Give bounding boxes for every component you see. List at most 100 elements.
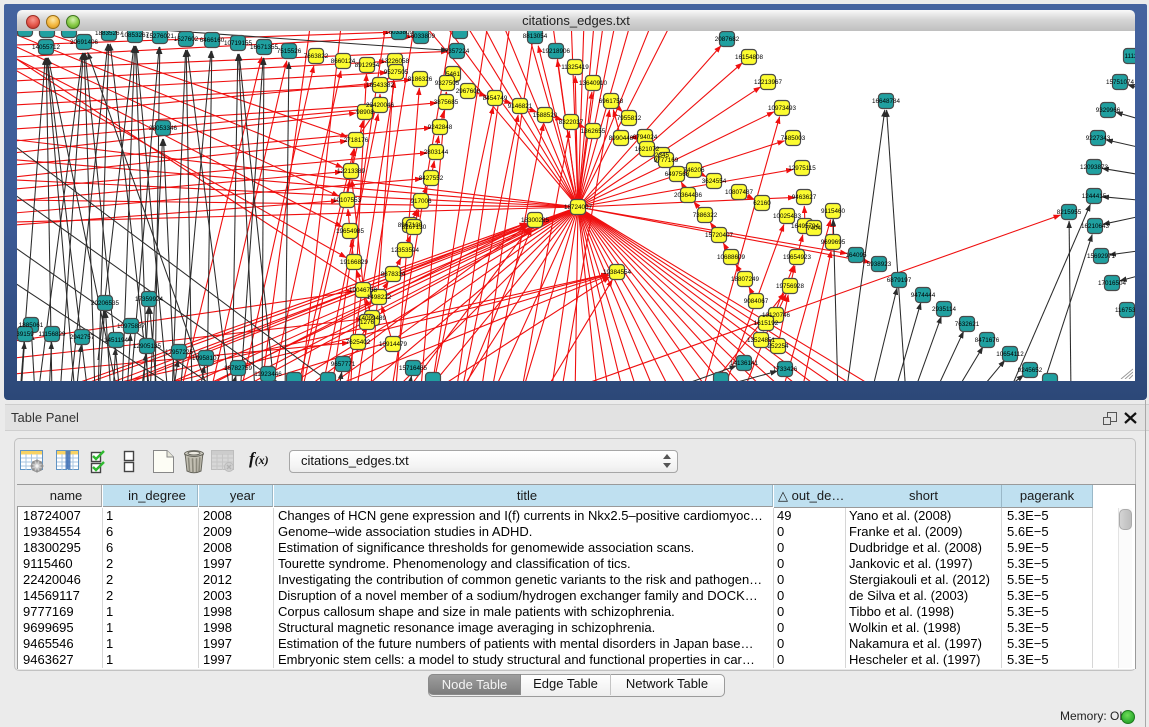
svg-text:10107553: 10107553 [333, 197, 362, 204]
svg-text:8322037: 8322037 [559, 119, 584, 126]
svg-text:7632621: 7632621 [955, 321, 980, 328]
svg-text:2935114: 2935114 [932, 306, 957, 313]
svg-text:12093873: 12093873 [1080, 164, 1109, 171]
svg-text:19166829: 19166829 [340, 259, 369, 266]
svg-text:2718176: 2718176 [344, 137, 369, 144]
svg-text:10973493: 10973493 [768, 105, 797, 112]
svg-text:15692971: 15692971 [1087, 253, 1116, 260]
svg-text:62160: 62160 [753, 200, 771, 207]
svg-text:1733426: 1733426 [773, 366, 798, 373]
svg-text:7485003: 7485003 [781, 135, 806, 142]
svg-text:18807249: 18807249 [731, 276, 760, 283]
svg-text:10719155: 10719155 [224, 40, 253, 47]
svg-text:9699695: 9699695 [821, 239, 846, 246]
svg-text:16671355: 16671355 [250, 44, 279, 51]
svg-text:12353594: 12353594 [391, 247, 420, 254]
svg-text:164095: 164095 [845, 252, 867, 259]
svg-text:1112: 1112 [1124, 53, 1135, 60]
svg-text:7955812: 7955812 [617, 115, 642, 122]
svg-text:1167533: 1167533 [1115, 307, 1135, 314]
svg-text:9777169: 9777169 [654, 157, 679, 164]
svg-text:19654985: 19654985 [336, 228, 365, 235]
svg-text:11325419: 11325419 [561, 64, 589, 71]
svg-text:18835267: 18835267 [95, 31, 124, 37]
svg-text:1588520: 1588520 [533, 112, 558, 119]
svg-text:17957225: 17957225 [165, 349, 194, 356]
svg-text:7386322: 7386322 [693, 212, 718, 219]
svg-text:6879197: 6879197 [887, 277, 912, 284]
svg-text:1885061: 1885061 [19, 322, 44, 329]
svg-text:13640910: 13640910 [579, 80, 608, 87]
svg-text:14136141: 14136141 [730, 360, 759, 367]
svg-text:9463627: 9463627 [792, 194, 817, 201]
svg-text:12213389: 12213389 [337, 168, 366, 175]
svg-text:9084067: 9084067 [744, 298, 769, 305]
svg-text:8186326: 8186326 [408, 76, 433, 83]
svg-text:8471676: 8471676 [975, 337, 1000, 344]
svg-text:10654112: 10654112 [996, 351, 1024, 358]
svg-text:20691406: 20691406 [70, 39, 99, 46]
svg-text:8267130: 8267130 [402, 224, 427, 231]
svg-text:10914479: 10914479 [379, 341, 408, 348]
svg-text:10120746: 10120746 [762, 312, 791, 319]
svg-text:9242848: 9242848 [428, 124, 453, 131]
svg-text:1451194: 1451194 [104, 337, 129, 344]
svg-text:1362655: 1362655 [581, 128, 606, 135]
svg-text:9227343: 9227343 [1086, 135, 1111, 142]
svg-text:18724007: 18724007 [564, 204, 593, 211]
svg-text:746206: 746206 [683, 167, 705, 174]
svg-text:9327505: 9327505 [435, 80, 460, 87]
svg-text:1276: 1276 [360, 319, 375, 326]
svg-text:11156829: 11156829 [38, 331, 66, 338]
svg-text:13226058: 13226058 [381, 58, 410, 65]
svg-text:9115460: 9115460 [821, 208, 846, 215]
svg-text:10807487: 10807487 [725, 189, 754, 196]
svg-text:10958107: 10958107 [192, 355, 221, 362]
svg-text:9146821: 9146821 [508, 103, 533, 110]
svg-text:11923446: 11923446 [254, 371, 282, 378]
svg-text:12213967: 12213967 [754, 79, 783, 86]
svg-text:6466160: 6466160 [200, 37, 225, 44]
svg-text:16543382: 16543382 [366, 82, 395, 89]
svg-text:8215955: 8215955 [1057, 209, 1082, 216]
svg-text:16033809: 16033809 [407, 33, 436, 40]
svg-text:1498222: 1498222 [367, 294, 392, 301]
svg-text:16648784: 16648784 [872, 98, 901, 105]
svg-text:9329966: 9329966 [1096, 107, 1121, 114]
svg-text:14055712: 14055712 [32, 44, 61, 51]
svg-text:23420046: 23420046 [366, 102, 395, 109]
svg-text:9474444: 9474444 [911, 292, 936, 299]
svg-text:19654923: 19654923 [783, 254, 812, 261]
svg-text:7515526: 7515526 [277, 48, 302, 55]
svg-text:19756928: 19756928 [776, 283, 805, 290]
svg-text:16210643: 16210643 [1081, 223, 1110, 230]
svg-text:7404: 7404 [807, 225, 822, 232]
svg-text:10025433: 10025433 [773, 213, 802, 220]
svg-text:39159: 39159 [17, 331, 34, 338]
svg-text:8912954: 8912954 [355, 62, 380, 69]
svg-text:7663822: 7663822 [304, 53, 329, 60]
svg-text:9245652: 9245652 [1018, 367, 1043, 374]
svg-text:7357224: 7357224 [445, 48, 470, 55]
svg-text:10688609: 10688609 [717, 254, 746, 261]
svg-text:2967608: 2967608 [456, 88, 481, 95]
svg-text:10046758: 10046758 [349, 287, 378, 294]
svg-text:28053346: 28053346 [149, 125, 178, 132]
svg-text:252254: 252254 [767, 343, 789, 350]
svg-text:16782759: 16782759 [224, 365, 253, 372]
svg-text:15751074: 15751074 [1106, 79, 1135, 86]
svg-text:17016504: 17016504 [1098, 280, 1127, 287]
svg-text:6961758: 6961758 [599, 98, 624, 105]
svg-text:6794024: 6794024 [633, 134, 658, 141]
svg-text:2942757: 2942757 [70, 334, 95, 341]
svg-text:16154808: 16154808 [735, 54, 764, 61]
svg-text:1527602: 1527602 [174, 36, 199, 43]
svg-text:8427552: 8427552 [419, 175, 444, 182]
svg-text:1244415: 1244415 [1082, 193, 1107, 200]
svg-text:8990448: 8990448 [609, 135, 634, 142]
svg-text:12975115: 12975115 [788, 165, 816, 172]
svg-text:12905135: 12905135 [133, 343, 162, 350]
svg-text:2087682: 2087682 [715, 36, 740, 43]
svg-text:8813054: 8813054 [523, 33, 548, 40]
svg-text:19384554: 19384554 [603, 269, 632, 276]
